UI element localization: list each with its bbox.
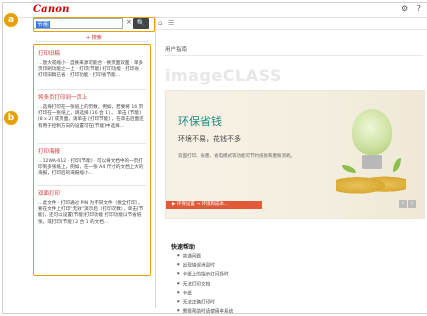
lightbulb-illustration (352, 109, 392, 155)
search-more-link[interactable]: + 搜索 (86, 34, 102, 41)
quick-help-list: 普通问题 出现错误消息时 卡纸上的指示灯闪烁时 无法打印文档 卡纸 无法正确打印… (177, 252, 234, 316)
menu-icon[interactable]: ☰ (168, 19, 174, 27)
header-icons: ⚙ ? (395, 4, 421, 13)
page-title: 用户指南 (165, 47, 188, 53)
result-item[interactable]: 打印海报 …12WA-012 · 打印[节能] · 可以将文档中的一页打印到多张… (38, 149, 146, 178)
list-item[interactable]: 卡纸上的指示灯闪烁时 (177, 270, 233, 279)
prev-arrow-icon[interactable]: ‹ (399, 200, 407, 208)
result-item[interactable]: 将多页打印到一页上 …选择打印在一张纸上的页数，例如，若要将 16 页打印在一张… (38, 95, 146, 130)
gear-icon[interactable]: ⚙ (401, 4, 408, 13)
result-title[interactable]: 将多页打印到一页上 (38, 95, 146, 102)
main-content: ⌂ ☰ 用户指南 imageCLASS 环保省钱 环境不易，花钱不多 双面打印、… (155, 18, 427, 315)
result-snippet: …选择打印在一张纸上的页数，例如，若要将 16 页打印在一张纸上，请选择 [16… (38, 105, 144, 129)
help-window: Canon ⚙ ? 节能 × 🔍 + 搜索 打印旧稿 …放大或缩小 · 自换来源… (2, 2, 427, 315)
result-title[interactable]: 双面打印 (38, 191, 146, 198)
coins-illustration (336, 171, 406, 195)
result-title[interactable]: 打印海报 (38, 149, 146, 156)
callout-badge-b: b (4, 111, 18, 125)
result-snippet: …放大或缩小 · 自换来源可能合 · 换页面双面 · 单多页印刷功能之一上 · … (38, 61, 144, 79)
header-bar: Canon ⚙ ? (3, 3, 427, 18)
callout-badge-a: a (4, 13, 18, 27)
next-arrow-icon[interactable]: › (408, 200, 416, 208)
banner-description: 双面打印、省墨、省电模式等功能可节约纸张和墨粉消耗。 (178, 154, 295, 159)
list-item[interactable]: 需要帮助时请使用本系统 (177, 307, 234, 316)
quick-help-title: 快速帮助 (171, 244, 196, 251)
result-title[interactable]: 打印旧稿 (38, 51, 146, 58)
divider (35, 41, 149, 42)
product-name: imageCLASS (165, 66, 282, 85)
search-sidebar: 节能 × 🔍 + 搜索 打印旧稿 …放大或缩小 · 自换来源可能合 · 换页面双… (31, 17, 156, 308)
banner-subtitle: 环境不易，花钱不多 (178, 135, 241, 143)
list-item[interactable]: 卡纸 (177, 289, 233, 298)
divider (38, 185, 146, 186)
search-bar: 节能 × 🔍 (33, 17, 155, 32)
leaf-icon (393, 158, 401, 172)
banner-link-bar[interactable]: ▶ 环保设置 → 环境和成本... (166, 201, 262, 209)
list-item[interactable]: 普通问题 (177, 252, 233, 261)
divider (38, 89, 146, 90)
list-item[interactable]: 无法打印文档 (177, 280, 233, 289)
home-icon[interactable]: ⌂ (158, 19, 162, 27)
banner-nav: ‹ › (398, 200, 416, 208)
eco-banner[interactable]: 环保省钱 环境不易，花钱不多 双面打印、省墨、省电模式等功能可节约纸张和墨粉消耗… (165, 90, 425, 219)
search-highlight-outline (33, 17, 155, 32)
canon-logo: Canon (33, 4, 70, 15)
result-item[interactable]: 打印旧稿 …放大或缩小 · 自换来源可能合 · 换页面双面 · 单多页印刷功能之… (38, 51, 146, 80)
banner-title: 环保省钱 (178, 115, 222, 128)
question-icon[interactable]: ? (417, 4, 421, 13)
result-item[interactable]: 双面打印 …此文件 · 打印通过 PIN 为不同文件（保全打印），要在文件上打印… (38, 191, 146, 226)
result-snippet: …12WA-012 · 打印[节能] · 可以将文档中的一页打印到多张纸上，例如… (38, 159, 144, 177)
lightbulb-base (362, 155, 382, 169)
result-snippet: …此文件 · 打印通过 PIN 为不同文件（保全打印），要在文件上打印“无效”演… (38, 201, 144, 225)
content-toolbar: ⌂ ☰ (155, 18, 427, 30)
list-item[interactable]: 无法正确打印时 (177, 298, 233, 307)
divider (165, 55, 423, 56)
divider (38, 143, 146, 144)
list-item[interactable]: 出现错误消息时 (177, 261, 233, 270)
search-results-panel: 打印旧稿 …放大或缩小 · 自换来源可能合 · 换页面双面 · 单多页印刷功能之… (33, 44, 151, 276)
